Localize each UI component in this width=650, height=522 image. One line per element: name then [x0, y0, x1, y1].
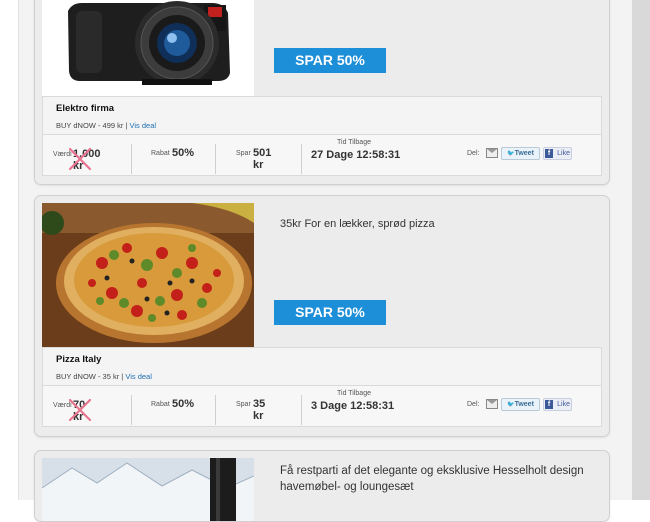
deal-stats: Værdi 70 kr Rabat 50% Spar 35 kr Tid Til… [42, 385, 602, 427]
camera-photo[interactable] [42, 0, 254, 96]
del-label: Del: [467, 150, 480, 157]
del-label: Del: [467, 401, 480, 408]
divider [301, 144, 302, 174]
spar-label: Spar [236, 150, 251, 157]
buy-price: BUY dNOW - 499 kr | [56, 121, 130, 130]
pizza-photo[interactable] [42, 203, 254, 347]
tid-label: Tid Tilbage [337, 390, 371, 397]
vis-deal-link[interactable]: Vis deal [130, 121, 157, 130]
tweet-label: Tweet [514, 401, 534, 408]
like-label: Like [557, 401, 570, 408]
buy-price: BUY dNOW - 35 kr | [56, 372, 126, 381]
tid-label: Tid Tilbage [337, 139, 371, 146]
twitter-icon: 🐦 [507, 151, 515, 157]
deal-name[interactable]: Pizza Italy [56, 354, 101, 365]
left-gutter [0, 0, 19, 500]
deal-name[interactable]: Elektro firma [56, 103, 114, 114]
divider [215, 395, 216, 425]
facebook-icon: f [545, 400, 553, 409]
snowy-mountain-photo[interactable] [42, 458, 254, 521]
spar-value: 35 kr [253, 398, 266, 422]
facebook-icon: f [545, 149, 553, 158]
spar-label: Spar [236, 401, 251, 408]
tweet-button[interactable]: 🐦Tweet [501, 398, 540, 411]
deal-info: Pizza Italy BUY dNOW - 35 kr | Vis deal [42, 347, 602, 386]
deal-stats: Værdi 1.000 kr Rabat 50% Spar 501 kr Tid… [42, 134, 602, 176]
tweet-button[interactable]: 🐦Tweet [501, 147, 540, 160]
deal-description: Få restparti af det elegante og eksklusi… [280, 465, 584, 493]
countdown-value: 27 Dage 12:58:31 [311, 149, 401, 161]
mail-icon[interactable] [486, 399, 498, 409]
like-button[interactable]: f Like [543, 147, 572, 160]
buy-line: BUY dNOW - 35 kr | Vis deal [56, 372, 152, 381]
like-button[interactable]: f Like [543, 398, 572, 411]
spar-value: 501 kr [253, 147, 272, 171]
deal-card: Få restparti af det elegante og eksklusi… [34, 450, 610, 522]
spar-banner: SPAR 50% [274, 48, 386, 73]
divider [131, 144, 132, 174]
buy-line: BUY dNOW - 499 kr | Vis deal [56, 121, 156, 130]
deal-card: SPAR 50% Elektro firma BUY dNOW - 499 kr… [34, 0, 610, 185]
mail-icon[interactable] [486, 148, 498, 158]
like-label: Like [557, 150, 570, 157]
divider [215, 144, 216, 174]
tweet-label: Tweet [514, 150, 534, 157]
cross-out-icon [68, 398, 92, 422]
deal-card: 35kr For en lækker, sprød pizza SPAR 50%… [34, 195, 610, 437]
rabat-label: Rabat [151, 401, 170, 408]
cross-out-icon [68, 147, 92, 171]
right-gutter [632, 0, 650, 500]
rabat-label: Rabat [151, 150, 170, 157]
vis-deal-link[interactable]: Vis deal [125, 372, 152, 381]
rabat-value: 50% [172, 147, 195, 159]
twitter-icon: 🐦 [507, 402, 515, 408]
divider [131, 395, 132, 425]
deal-description: 35kr For en lækker, sprød pizza [280, 218, 435, 230]
rabat-value: 50% [172, 398, 195, 410]
countdown-value: 3 Dage 12:58:31 [311, 400, 395, 412]
deal-info: Elektro firma BUY dNOW - 499 kr | Vis de… [42, 96, 602, 135]
spar-banner: SPAR 50% [274, 300, 386, 325]
divider [301, 395, 302, 425]
